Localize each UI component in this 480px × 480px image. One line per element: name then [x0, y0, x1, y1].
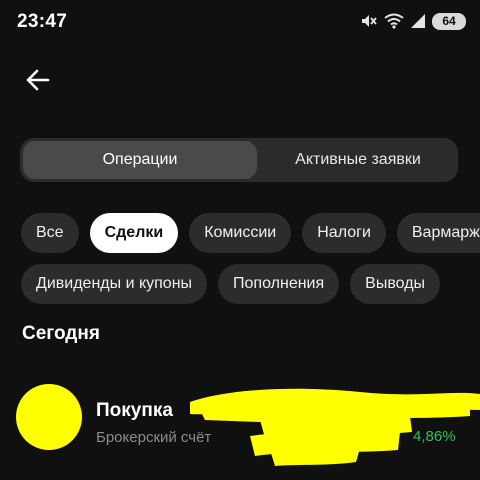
signal-icon [411, 14, 425, 28]
battery-icon: 64 [432, 12, 466, 30]
tab-operations[interactable]: Операции [23, 141, 257, 179]
wifi-icon [384, 13, 404, 29]
tab-active-orders[interactable]: Активные заявки [260, 141, 456, 179]
chip-commissions[interactable]: Комиссии [189, 213, 292, 253]
filter-chips-row-2: Дивиденды и купоны Пополнения Выводы [21, 264, 441, 304]
filter-chips-row-1: Все Сделки Комиссии Налоги Вармаржа [21, 213, 480, 253]
transaction-title: Покупка [96, 400, 173, 421]
back-button[interactable] [22, 64, 54, 96]
transaction-row[interactable]: Покупка Брокерский счёт 4,86% [0, 380, 480, 466]
chip-deposits[interactable]: Пополнения [218, 264, 340, 304]
battery-level: 64 [442, 14, 456, 28]
status-time: 23:47 [17, 11, 68, 32]
transaction-account: Брокерский счёт [96, 429, 212, 446]
chip-taxes[interactable]: Налоги [302, 213, 386, 253]
status-bar: 23:47 64 [0, 0, 480, 44]
chip-all[interactable]: Все [21, 213, 79, 253]
chip-dividends-coupons[interactable]: Дивиденды и купоны [21, 264, 208, 304]
tabs-segmented-control: Операции Активные заявки [20, 138, 458, 182]
transaction-change-percent: 4,86% [413, 428, 456, 445]
chip-deals[interactable]: Сделки [89, 213, 179, 253]
avatar [16, 384, 82, 450]
chip-withdrawals[interactable]: Выводы [350, 264, 441, 304]
mute-icon [362, 15, 377, 27]
arrow-left-icon [26, 69, 50, 91]
status-icons: 64 [360, 12, 466, 30]
chip-margin[interactable]: Вармаржа [396, 213, 480, 253]
section-title-today: Сегодня [22, 323, 100, 344]
